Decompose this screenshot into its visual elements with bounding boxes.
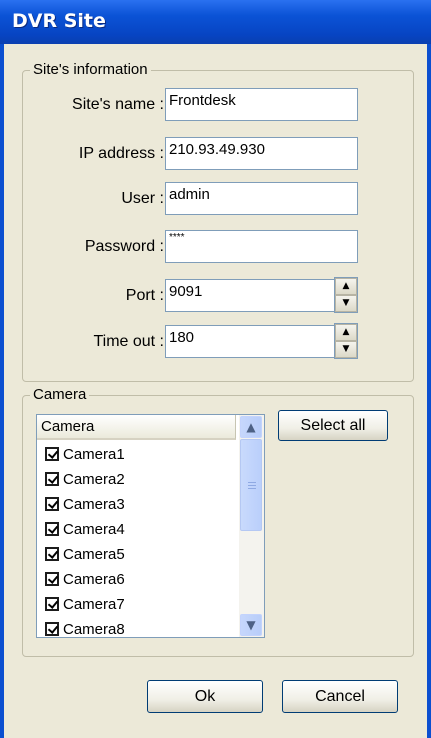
site-name-label: Site's name : (72, 96, 164, 113)
window-frame-left (0, 44, 4, 738)
camera-item-label: Camera7 (63, 596, 125, 613)
camera-list[interactable]: Camera Camera1 Camera2 Camera3 Camera4 Camer… (36, 414, 265, 638)
checkbox-checked-icon[interactable] (45, 622, 59, 636)
camera-list-item[interactable]: Camera5 (45, 546, 125, 570)
checkbox-checked-icon[interactable] (45, 447, 59, 461)
camera-item-label: Camera5 (63, 546, 125, 563)
spin-up-arrow-icon[interactable]: ▲ (335, 324, 357, 341)
camera-list-item[interactable]: Camera2 (45, 471, 125, 495)
user-field[interactable]: admin (165, 182, 358, 215)
timeout-label: Time out : (93, 333, 164, 350)
checkbox-checked-icon[interactable] (45, 522, 59, 536)
timeout-spinner[interactable]: ▲ ▼ (334, 323, 358, 359)
scrollbar-thumb[interactable] (240, 439, 262, 531)
thumb-grip (248, 485, 256, 486)
checkbox-checked-icon[interactable] (45, 547, 59, 561)
thumb-grip (248, 488, 256, 489)
ip-address-field[interactable]: 210.93.49.930 (165, 137, 358, 170)
spin-down-arrow-icon[interactable]: ▼ (335, 341, 357, 358)
port-spinner[interactable]: ▲ ▼ (334, 277, 358, 313)
password-field[interactable]: **** (165, 230, 358, 263)
camera-item-label: Camera6 (63, 571, 125, 588)
camera-item-label: Camera2 (63, 471, 125, 488)
checkbox-checked-icon[interactable] (45, 472, 59, 486)
spin-up-arrow-icon[interactable]: ▲ (335, 278, 357, 295)
window-frame-right (427, 44, 431, 738)
checkbox-checked-icon[interactable] (45, 597, 59, 611)
title-bar[interactable]: DVR Site (0, 0, 431, 44)
camera-item-label: Camera8 (63, 621, 125, 638)
dvr-site-dialog: DVR Site Site's information Site's name … (0, 0, 431, 738)
camera-list-item[interactable]: Camera3 (45, 496, 125, 520)
camera-list-item[interactable]: Camera1 (45, 446, 125, 470)
select-all-button[interactable]: Select all (278, 410, 388, 441)
checkbox-checked-icon[interactable] (45, 572, 59, 586)
camera-legend: Camera (30, 386, 90, 403)
port-field[interactable]: 9091 (165, 279, 335, 312)
user-label: User : (121, 190, 164, 207)
password-label: Password : (84, 238, 164, 255)
ok-button[interactable]: Ok (147, 680, 263, 713)
camera-column-header[interactable]: Camera (37, 415, 236, 440)
checkbox-checked-icon[interactable] (45, 497, 59, 511)
port-label: Port : (125, 287, 164, 304)
camera-item-label: Camera3 (63, 496, 125, 513)
camera-item-label: Camera1 (63, 446, 125, 463)
thumb-grip (248, 482, 256, 483)
camera-list-item[interactable]: Camera8 (45, 621, 125, 638)
camera-list-item[interactable]: Camera4 (45, 521, 125, 545)
camera-item-label: Camera4 (63, 521, 125, 538)
cancel-button[interactable]: Cancel (282, 680, 398, 713)
window-title: DVR Site (12, 10, 106, 32)
ip-address-label: IP address : (78, 145, 164, 162)
camera-list-item[interactable]: Camera6 (45, 571, 125, 595)
scroll-up-arrow-icon[interactable]: ▲ (240, 416, 262, 438)
scroll-down-arrow-icon[interactable]: ▼ (240, 614, 262, 636)
site-info-legend: Site's information (30, 61, 151, 78)
site-name-field[interactable]: Frontdesk (165, 88, 358, 121)
camera-list-item[interactable]: Camera7 (45, 596, 125, 620)
timeout-field[interactable]: 180 (165, 325, 335, 358)
spin-down-arrow-icon[interactable]: ▼ (335, 295, 357, 312)
camera-list-scrollbar[interactable]: ▲ ▼ (239, 415, 264, 637)
